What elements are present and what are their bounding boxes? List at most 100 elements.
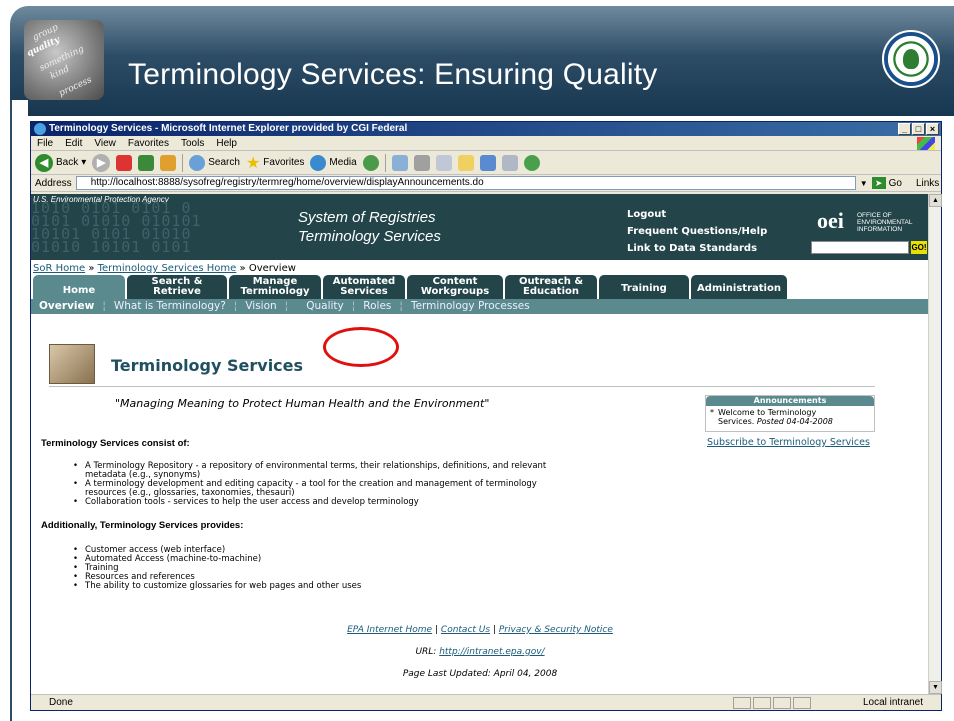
search-icon	[189, 154, 206, 171]
go-button[interactable]: ➤ Go	[871, 177, 902, 189]
tab-training[interactable]: Training	[599, 275, 689, 299]
tab-label: Administration	[697, 283, 781, 294]
tab-automated-services[interactable]: Automated Services	[323, 275, 405, 299]
tab-outreach-education[interactable]: Outreach & Education	[505, 275, 597, 299]
subnav-overview[interactable]: Overview	[39, 299, 102, 314]
history-icon[interactable]	[362, 154, 379, 171]
media-icon	[310, 154, 327, 171]
menu-view[interactable]: View	[94, 136, 116, 150]
security-zone: Local intranet	[862, 697, 923, 708]
toolbar-separator	[384, 153, 386, 172]
links-button[interactable]: Links	[916, 178, 939, 189]
slide-header-band: group quality something kind process Ter…	[10, 6, 954, 116]
back-arrow-icon: ◀	[35, 153, 53, 172]
epa-home-link[interactable]: EPA Internet Home	[347, 625, 432, 635]
edit-icon[interactable]	[435, 154, 452, 171]
subnav-roles[interactable]: Roles	[355, 299, 399, 314]
maximize-button[interactable]: □	[912, 123, 925, 135]
mail-icon[interactable]	[391, 154, 408, 171]
quality-dictionary-image: group quality something kind process	[24, 20, 104, 100]
tab-administration[interactable]: Administration	[691, 275, 787, 299]
tab-label: Training	[621, 283, 667, 294]
contact-us-link[interactable]: Contact Us	[441, 625, 490, 635]
menu-tools[interactable]: Tools	[181, 136, 204, 150]
ie-logo-icon	[34, 123, 46, 135]
folder-icon[interactable]	[457, 154, 474, 171]
oei-text-line: INFORMATION	[857, 226, 903, 233]
announcement-text: Welcome to Terminology	[718, 408, 817, 417]
site-search-go-button[interactable]: GO!	[911, 241, 927, 254]
vertical-scrollbar[interactable]: ▲ ▼	[928, 194, 942, 694]
faq-help-link[interactable]: Frequent Questions/Help	[627, 223, 767, 240]
refresh-icon[interactable]	[138, 154, 155, 171]
quality-highlight-circle	[323, 327, 399, 367]
footer-separator: |	[492, 625, 496, 635]
subnav-terminology-processes[interactable]: Terminology Processes	[403, 299, 538, 314]
search-button[interactable]: Search	[189, 154, 240, 171]
subscribe-link[interactable]: Subscribe to Terminology Services	[707, 437, 870, 448]
tab-manage-terminology[interactable]: Manage Terminology	[229, 275, 321, 299]
window-title: Terminology Services - Microsoft Interne…	[49, 123, 408, 134]
home-icon[interactable]	[160, 154, 177, 171]
breadcrumb-current: Overview	[248, 263, 296, 274]
menu-favorites[interactable]: Favorites	[128, 136, 169, 150]
privacy-notice-link[interactable]: Privacy & Security Notice	[499, 625, 613, 635]
breadcrumb-terminology-home[interactable]: Terminology Services Home	[98, 263, 237, 274]
scroll-down-icon[interactable]: ▼	[929, 681, 942, 694]
sub-navigation: Overview ¦ What is Terminology? ¦ Vision…	[31, 299, 929, 314]
messenger-icon[interactable]	[479, 154, 496, 171]
scroll-up-icon[interactable]: ▲	[929, 194, 942, 207]
logout-link[interactable]: Logout	[627, 206, 767, 223]
minimize-button[interactable]: _	[898, 123, 911, 135]
breadcrumb-sor-home[interactable]: SoR Home	[33, 263, 85, 274]
stop-icon[interactable]	[116, 154, 133, 171]
tab-search-retrieve[interactable]: Search & Retrieve	[127, 275, 227, 299]
announcement-bullet: *	[710, 408, 714, 417]
tab-content-workgroups[interactable]: Content Workgroups	[407, 275, 503, 299]
last-updated: Page Last Updated: April 04, 2008	[402, 669, 558, 679]
main-tabs: Home Search & Retrieve Manage Terminology …	[31, 275, 929, 299]
subnav-what-is-terminology[interactable]: What is Terminology?	[106, 299, 234, 314]
menu-help[interactable]: Help	[216, 136, 237, 150]
address-input[interactable]: http://localhost:8888/sysofreg/registry/…	[75, 176, 856, 190]
announcement-item: Welcome to Terminology Services. Posted …	[706, 406, 874, 426]
status-cell	[733, 697, 751, 709]
binary-row: 01010 10101 0101	[31, 238, 192, 256]
title-divider	[49, 386, 875, 387]
menu-edit[interactable]: Edit	[65, 136, 82, 150]
address-label: Address	[35, 177, 72, 189]
footer-links: EPA Internet Home | Contact Us | Privacy…	[31, 625, 929, 635]
site-header: U.S. Environmental Protection Agency 101…	[31, 194, 929, 260]
contacts-icon[interactable]	[523, 154, 540, 171]
address-dropdown-icon[interactable]: ▼	[860, 179, 868, 188]
footer-url-label: URL:	[415, 647, 437, 657]
browser-toolbar: ◀ Back ▾ ▶ Search ★ Favorites Media	[31, 151, 941, 175]
site-search-input[interactable]	[811, 241, 909, 254]
address-bar: Address http://localhost:8888/sysofreg/r…	[31, 175, 941, 192]
print-icon[interactable]	[413, 154, 430, 171]
footer-url: URL: http://intranet.epa.gov/	[31, 647, 929, 657]
favorites-button[interactable]: ★ Favorites	[246, 153, 304, 173]
research-icon[interactable]	[501, 154, 518, 171]
status-cell	[773, 697, 791, 709]
breadcrumb-separator: »	[88, 263, 95, 274]
menu-file[interactable]: File	[37, 136, 53, 150]
page-viewport: U.S. Environmental Protection Agency 101…	[31, 194, 929, 694]
epa-seal-icon	[882, 30, 940, 88]
subnav-vision[interactable]: Vision	[237, 299, 284, 314]
forward-button[interactable]: ▶	[92, 153, 111, 172]
tab-label: Workgroups	[420, 286, 490, 297]
announcement-date: Posted 04-04-2008	[756, 417, 833, 426]
status-text: Done	[49, 697, 73, 708]
tab-home[interactable]: Home	[33, 275, 125, 299]
back-button[interactable]: ◀ Back ▾	[35, 153, 86, 172]
close-button[interactable]: ×	[926, 123, 939, 135]
browser-window: Terminology Services - Microsoft Interne…	[30, 121, 942, 711]
intranet-url-link[interactable]: http://intranet.epa.gov/	[439, 647, 544, 657]
data-standards-link[interactable]: Link to Data Standards	[627, 240, 767, 257]
subnav-quality[interactable]: Quality	[288, 299, 352, 314]
media-button[interactable]: Media	[310, 154, 357, 171]
slide-title: Terminology Services: Ensuring Quality	[128, 58, 658, 91]
books-image	[49, 344, 95, 384]
tagline: "Managing Meaning to Protect Human Healt…	[115, 397, 490, 410]
